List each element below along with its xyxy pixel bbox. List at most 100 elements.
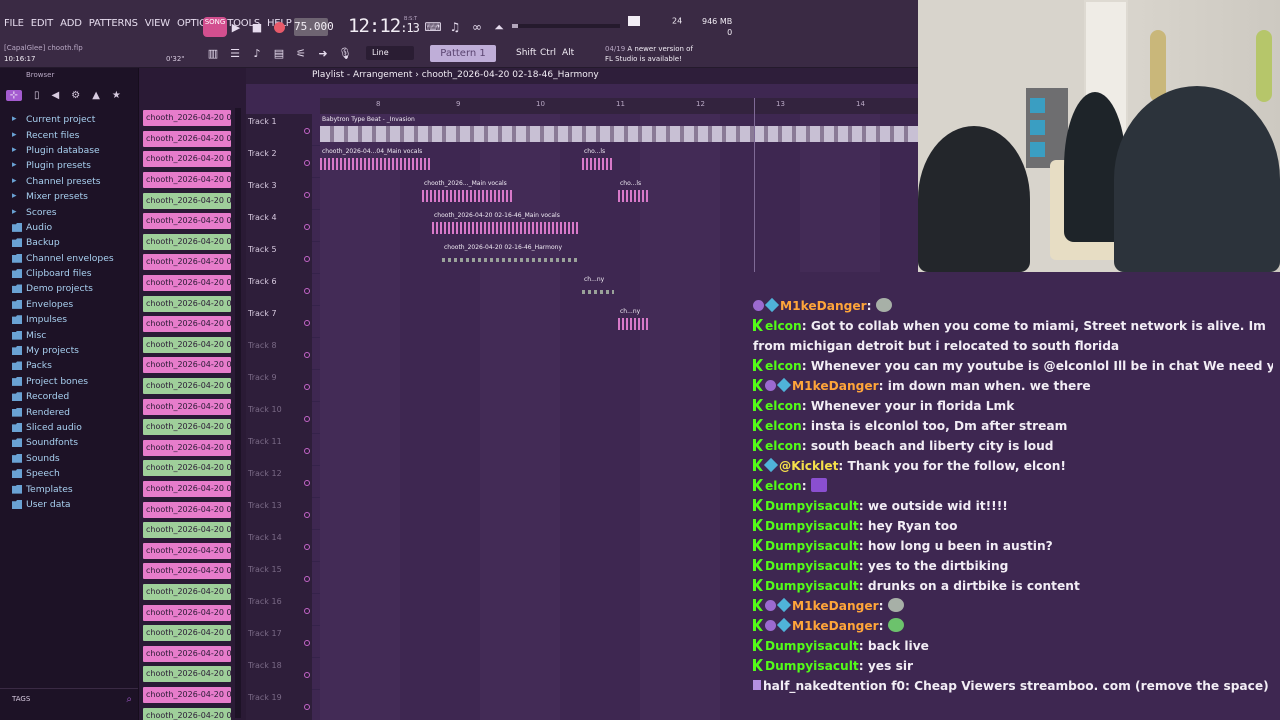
browser-files-icon[interactable]: ▯ [34, 90, 40, 101]
track-mute-toggle[interactable] [304, 448, 310, 454]
metronome-icon[interactable]: ⏶ [490, 18, 508, 36]
audio-clip[interactable]: chooth_2026-04...04_Main vocals [320, 148, 432, 174]
track-header[interactable]: Track 19 [246, 690, 312, 720]
clip-source-item[interactable]: chooth_2026-04-20 02- [143, 232, 231, 253]
clip-source-item[interactable]: chooth_2026-04-20 02- [143, 479, 231, 500]
browser-item[interactable]: ▸ Current project [12, 112, 138, 127]
shift-key-indicator[interactable]: Shift [516, 45, 536, 62]
clip-source-item[interactable]: chooth_2026-04-20 02- [143, 643, 231, 664]
pattern-selector[interactable]: Pattern 1 [430, 45, 496, 62]
clip-source-item[interactable]: chooth_2026-04-20 02- [143, 602, 231, 623]
browser-item[interactable]: ▸ Scores [12, 204, 138, 219]
clip-source-item[interactable]: chooth_2026-04-20 02- [143, 417, 231, 438]
chat-username[interactable]: @Kicklet [779, 459, 838, 473]
track-header[interactable]: Track 3 [246, 178, 312, 210]
browser-item[interactable]: ▸ Recent files [12, 127, 138, 142]
track-mute-toggle[interactable] [304, 192, 310, 198]
clip-source-scrollbar[interactable] [235, 108, 241, 718]
chat-username[interactable]: M1keDanger [780, 299, 867, 313]
clip-source-item[interactable]: chooth_2026-04-20 02- [143, 376, 231, 397]
step-edit-icon[interactable]: ♫ [446, 18, 464, 36]
audio-clip[interactable]: chooth_2026-04-20 02-16-46_Harmony [442, 244, 580, 270]
timeline-ruler[interactable]: 8 9 10 11 12 13 14 [320, 98, 918, 114]
browser-item[interactable]: Speech [12, 466, 138, 481]
track-lane[interactable]: chooth_2026-04-20 02-16-46_Harmony [320, 242, 918, 274]
clip-source-item[interactable]: chooth_2026-04-20 02- [143, 293, 231, 314]
chat-username[interactable]: elcon [765, 319, 802, 333]
track-header[interactable]: Track 12 [246, 466, 312, 498]
track-mute-toggle[interactable] [304, 256, 310, 262]
chat-username[interactable]: elcon [765, 419, 802, 433]
track-mute-toggle[interactable] [304, 608, 310, 614]
browser-item[interactable]: Demo projects [12, 281, 138, 296]
chat-username[interactable]: M1keDanger [792, 619, 879, 633]
chat-username[interactable]: Dumpyisacult [765, 519, 859, 533]
chat-username[interactable]: Dumpyisacult [765, 659, 859, 673]
clip-source-item[interactable]: chooth_2026-04-20 02- [143, 355, 231, 376]
clip-source-item[interactable]: chooth_2026-04-20 02- [143, 129, 231, 150]
browser-item[interactable]: Project bones [12, 374, 138, 389]
browser-item[interactable]: Audio [12, 220, 138, 235]
track-header[interactable]: Track 17 [246, 626, 312, 658]
clip-source-item[interactable]: chooth_2026-04-20 02- [143, 623, 231, 644]
track-mute-toggle[interactable] [304, 480, 310, 486]
audio-clip[interactable]: ch...ny [618, 308, 650, 334]
track-header[interactable]: Track 8 [246, 338, 312, 370]
track-mute-toggle[interactable] [304, 544, 310, 550]
browser-item[interactable]: Misc [12, 327, 138, 342]
track-header[interactable]: Track 7 [246, 306, 312, 338]
chat-username[interactable]: M1keDanger [792, 379, 879, 393]
alt-key-indicator[interactable]: Alt [562, 45, 574, 62]
track-header[interactable]: Track 9 [246, 370, 312, 402]
track-header[interactable]: Track 1 [246, 114, 312, 146]
clip-source-item[interactable]: chooth_2026-04-20 02- [143, 273, 231, 294]
browser-item[interactable]: Recorded [12, 389, 138, 404]
clip-source-item[interactable]: chooth_2026-04-20 02- [143, 149, 231, 170]
menu-file[interactable]: FILE [4, 18, 24, 29]
track-mute-toggle[interactable] [304, 320, 310, 326]
track-mute-toggle[interactable] [304, 384, 310, 390]
view-channel-rack-icon[interactable]: ☰ [226, 46, 244, 62]
chat-username[interactable]: Dumpyisacult [765, 539, 859, 553]
clip-source-item[interactable]: chooth_2026-04-20 02- [143, 211, 231, 232]
browser-item[interactable]: Impulses [12, 312, 138, 327]
clip-source-item[interactable]: chooth_2026-04-20 02- [143, 499, 231, 520]
track-header[interactable]: Track 11 [246, 434, 312, 466]
menu-view[interactable]: VIEW [145, 18, 170, 29]
browser-up-icon[interactable]: ▲ [92, 90, 100, 101]
track-lane[interactable]: chooth_2026..._Main vocals cho...ls [320, 178, 918, 210]
tempo-display[interactable]: 75.000 [294, 18, 334, 36]
browser-item[interactable]: Templates [12, 481, 138, 496]
browser-item[interactable]: User data [12, 497, 138, 512]
clip-source-item[interactable]: chooth_2026-04-20 02- [143, 520, 231, 541]
clip-source-item[interactable]: chooth_2026-04-20 02- [143, 335, 231, 356]
record-button[interactable] [271, 19, 287, 35]
browser-item[interactable]: Backup [12, 235, 138, 250]
playlist-titlebar[interactable]: Playlist - Arrangement › chooth_2026-04-… [246, 68, 918, 84]
browser-item[interactable]: ▸ Mixer presets [12, 189, 138, 204]
browser-back-icon[interactable]: ◀ [52, 90, 60, 101]
track-header[interactable]: Track 2 [246, 146, 312, 178]
browser-item[interactable]: ▸ Channel presets [12, 174, 138, 189]
loop-record-icon[interactable]: ∞ [468, 18, 486, 36]
track-mute-toggle[interactable] [304, 672, 310, 678]
clip-source-item[interactable]: chooth_2026-04-20 02- [143, 108, 231, 129]
track-header[interactable]: Track 10 [246, 402, 312, 434]
audio-clip[interactable]: cho...ls [582, 148, 614, 174]
view-playlist-icon[interactable]: ▤ [270, 46, 288, 62]
browser-star-icon[interactable]: ★ [112, 90, 121, 101]
browser-all-icon[interactable]: ⊹ [6, 89, 22, 101]
track-mute-toggle[interactable] [304, 416, 310, 422]
clip-source-item[interactable]: chooth_2026-04-20 02- [143, 705, 231, 720]
track-header[interactable]: Track 5 [246, 242, 312, 274]
chat-username[interactable]: elcon [765, 479, 802, 493]
arrow-right-icon[interactable]: ➜ [314, 46, 332, 62]
chat-username[interactable]: M1keDanger [792, 599, 879, 613]
track-mute-toggle[interactable] [304, 352, 310, 358]
track-mute-toggle[interactable] [304, 576, 310, 582]
track-lane[interactable]: chooth_2026-04...04_Main vocals cho...ls [320, 146, 918, 178]
browser-gear-icon[interactable]: ⚙ [71, 90, 80, 101]
clip-source-item[interactable]: chooth_2026-04-20 02- [143, 561, 231, 582]
microphone-icon[interactable]: 🎙 [336, 46, 354, 62]
clip-source-item[interactable]: chooth_2026-04-20 02- [143, 582, 231, 603]
